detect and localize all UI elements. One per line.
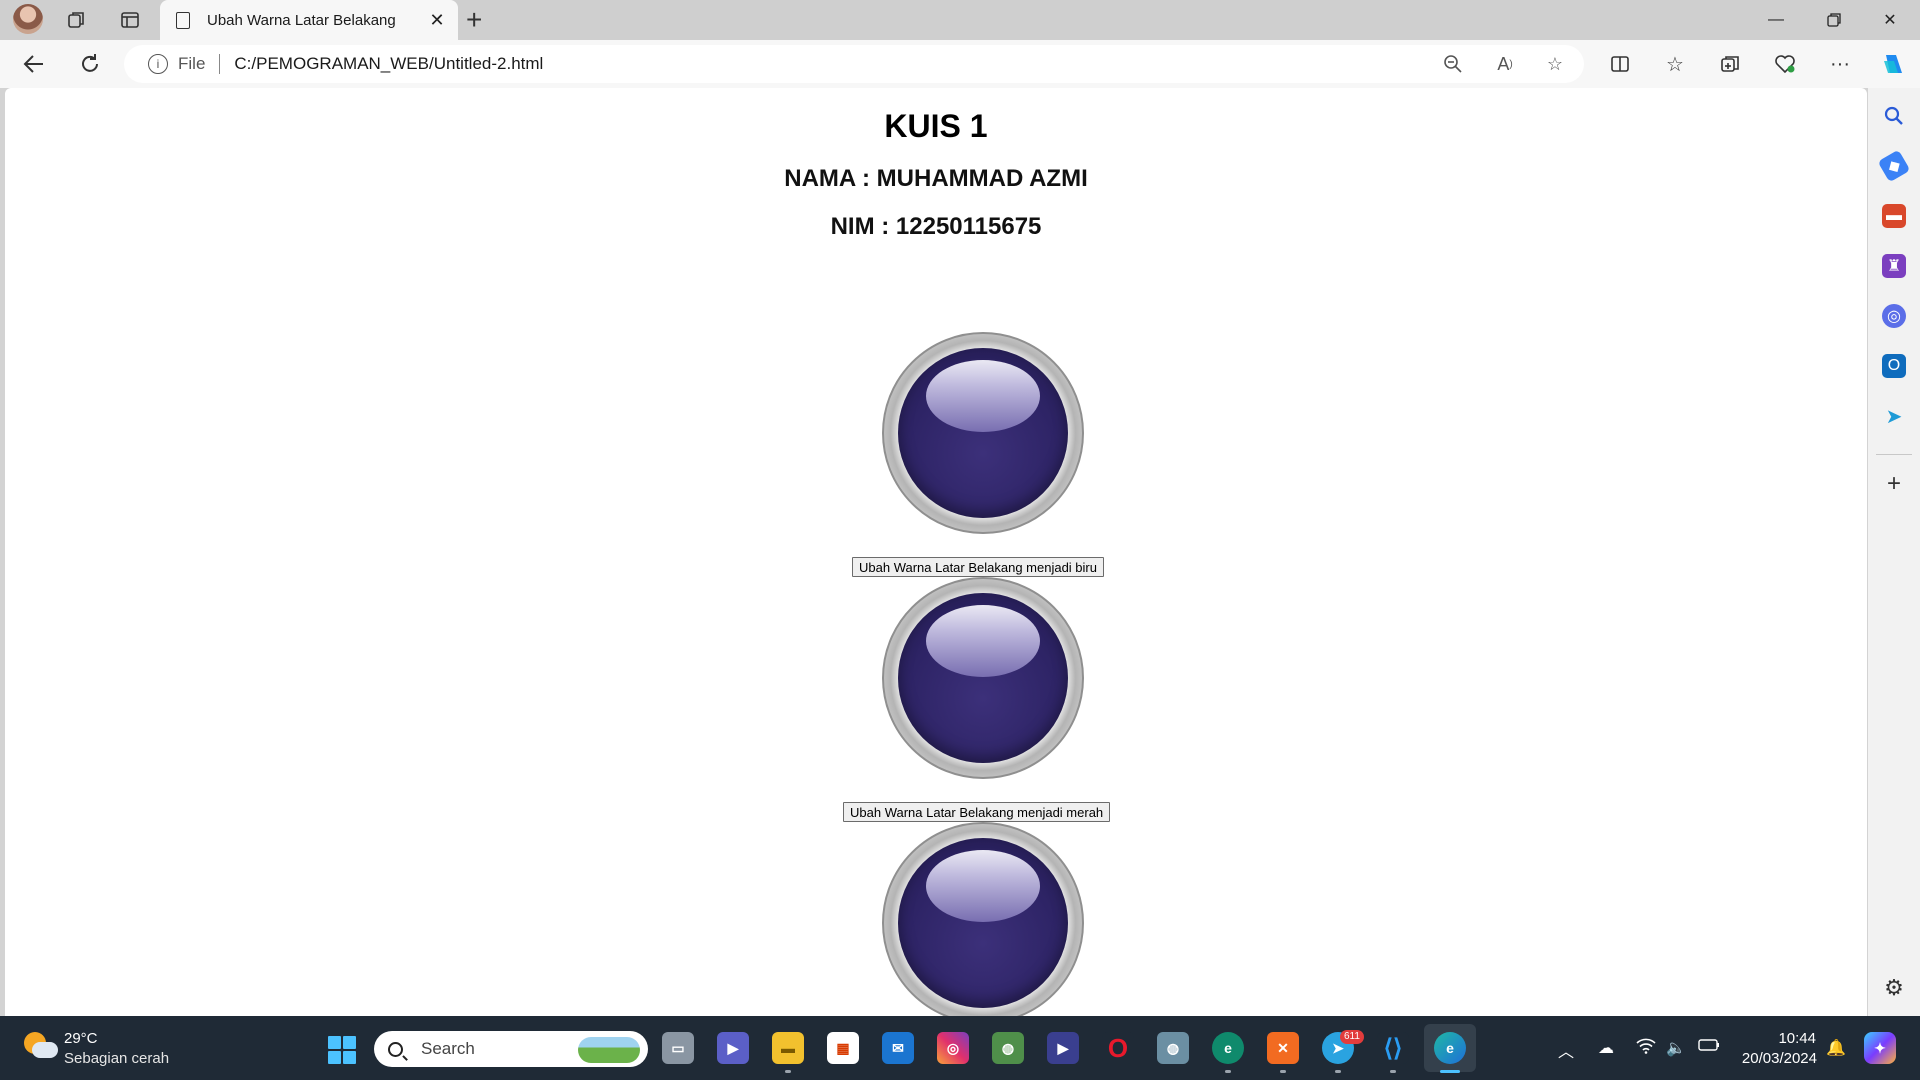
copilot-icon[interactable]	[1879, 50, 1907, 78]
profile-avatar[interactable]	[13, 4, 43, 34]
sidebar-divider	[1876, 454, 1912, 455]
page-viewport: KUIS 1 NAMA : MUHAMMAD AZMI NIM : 122501…	[5, 88, 1867, 1016]
clock-time[interactable]: 10:44	[1776, 1030, 1816, 1047]
page-icon	[176, 11, 190, 29]
tab-active[interactable]: Ubah Warna Latar Belakang ✕	[160, 0, 458, 40]
url-scheme-label: File	[178, 54, 206, 73]
ball-core	[898, 838, 1068, 1008]
more-menu-icon[interactable]: ···	[1826, 50, 1854, 78]
sidebar-tools-icon[interactable]: ▬	[1882, 204, 1906, 228]
back-button[interactable]	[20, 50, 48, 78]
page-content: KUIS 1 NAMA : MUHAMMAD AZMI NIM : 122501…	[5, 108, 1867, 241]
notification-bell-icon[interactable]: 🔔	[1826, 1038, 1846, 1058]
start-button[interactable]	[328, 1036, 356, 1064]
ball-ring	[882, 822, 1084, 1016]
edge-profile-app-icon[interactable]: ◍	[992, 1032, 1024, 1064]
collections-icon[interactable]	[1716, 50, 1744, 78]
ball-highlight	[926, 850, 1040, 922]
change-bg-blue-button[interactable]: Ubah Warna Latar Belakang menjadi biru	[852, 557, 1104, 577]
search-highlight-illustration	[578, 1037, 640, 1063]
show-hidden-icons-chevron[interactable]: ︿	[1558, 1038, 1574, 1062]
sidebar-search-icon[interactable]	[1882, 104, 1906, 128]
xampp-icon[interactable]: ✕	[1267, 1032, 1299, 1064]
weather-partly-cloudy-icon[interactable]	[24, 1032, 58, 1060]
split-screen-icon[interactable]	[1606, 50, 1634, 78]
glossy-ball-2	[882, 577, 1084, 779]
glossy-ball-1	[882, 332, 1084, 534]
telegram-badge: 611	[1340, 1030, 1364, 1044]
sidebar-settings-icon[interactable]: ⚙	[1882, 975, 1906, 1000]
glossy-ball-3	[882, 822, 1084, 1016]
vertical-tabs-icon[interactable]	[116, 6, 144, 34]
tab-strip: Ubah Warna Latar Belakang ✕ + — ✕	[0, 0, 1920, 40]
search-icon	[388, 1041, 403, 1057]
file-explorer-icon[interactable]: ▬	[772, 1032, 804, 1064]
ball-core	[898, 593, 1068, 763]
close-window-button[interactable]: ✕	[1862, 0, 1918, 40]
browser-essentials-icon[interactable]	[1771, 50, 1799, 78]
favorites-icon[interactable]: ☆	[1661, 50, 1689, 78]
edge-browser-icon[interactable]: e	[1434, 1032, 1466, 1064]
edge-dev-icon[interactable]: e	[1212, 1032, 1244, 1064]
address-bar[interactable]: i File C:/PEMOGRAMAN_WEB/Untitled-2.html…	[124, 45, 1584, 83]
sidebar-shopping-icon[interactable]: ◆	[1877, 149, 1911, 183]
ball-ring	[882, 577, 1084, 779]
clock-date[interactable]: 20/03/2024	[1737, 1050, 1817, 1067]
vscode-icon[interactable]: ⟨⟩	[1377, 1032, 1409, 1064]
sidebar-outlook-icon[interactable]: O	[1882, 354, 1906, 378]
favorite-star-icon[interactable]: ☆	[1542, 53, 1568, 75]
opera-icon[interactable]: O	[1102, 1032, 1134, 1064]
zoom-out-icon[interactable]	[1440, 53, 1466, 75]
onedrive-cloud-icon[interactable]: ☁	[1598, 1038, 1614, 1058]
volume-icon[interactable]: 🔈	[1666, 1038, 1686, 1058]
tab-title: Ubah Warna Latar Belakang	[207, 11, 396, 29]
microsoft-store-icon[interactable]: ▦	[827, 1032, 859, 1064]
sidebar-add-icon[interactable]: +	[1882, 470, 1906, 497]
battery-icon[interactable]	[1698, 1038, 1720, 1057]
sidebar-microsoft365-icon[interactable]: ◎	[1882, 304, 1906, 328]
info-icon[interactable]: i	[148, 54, 168, 74]
ball-highlight	[926, 360, 1040, 432]
sidebar-games-icon[interactable]: ♜	[1882, 254, 1906, 278]
taskbar-search-box[interactable]: Search	[374, 1031, 648, 1067]
ball-ring	[882, 332, 1084, 534]
active-app-indicator	[1440, 1070, 1460, 1073]
teams-meet-icon[interactable]: ▶	[717, 1032, 749, 1064]
new-tab-button[interactable]: +	[466, 4, 482, 36]
weather-temperature[interactable]: 29°C	[64, 1030, 98, 1047]
search-placeholder: Search	[421, 1039, 475, 1058]
ball-core	[898, 348, 1068, 518]
sidebar-drop-icon[interactable]: ➤	[1882, 404, 1906, 428]
page-title: KUIS 1	[884, 108, 988, 144]
minimize-button[interactable]: —	[1748, 0, 1804, 40]
browser-toolbar: i File C:/PEMOGRAMAN_WEB/Untitled-2.html…	[0, 40, 1920, 88]
read-aloud-icon[interactable]: A)	[1492, 53, 1518, 75]
clipchamp-icon[interactable]: ▶	[1047, 1032, 1079, 1064]
ball-highlight	[926, 605, 1040, 677]
url-separator	[219, 54, 221, 74]
url-text[interactable]: C:/PEMOGRAMAN_WEB/Untitled-2.html	[234, 54, 543, 74]
mail-icon[interactable]: ✉	[882, 1032, 914, 1064]
weather-condition[interactable]: Sebagian cerah	[64, 1050, 169, 1067]
instagram-icon[interactable]: ◎	[937, 1032, 969, 1064]
wifi-icon[interactable]	[1636, 1038, 1656, 1059]
edge-app-icon[interactable]: ◍	[1157, 1032, 1189, 1064]
refresh-button[interactable]	[76, 50, 104, 78]
workspaces-icon[interactable]	[62, 6, 90, 34]
windows-taskbar: 29°C Sebagian cerah Search ▭ ▶ ▬ ▦ ✉ ◎ ◍…	[0, 1016, 1920, 1080]
restore-button[interactable]	[1806, 0, 1862, 40]
tab-close-icon[interactable]: ✕	[424, 10, 450, 31]
student-name: NAMA : MUHAMMAD AZMI	[784, 165, 1088, 192]
task-view-icon[interactable]: ▭	[662, 1032, 694, 1064]
student-nim: NIM : 12250115675	[830, 213, 1042, 240]
change-bg-red-button[interactable]: Ubah Warna Latar Belakang menjadi merah	[843, 802, 1111, 822]
copilot-taskbar-icon[interactable]: ✦	[1864, 1032, 1896, 1064]
edge-sidebar: ◆ ▬ ♜ ◎ O ➤ + ⚙	[1868, 88, 1920, 1016]
